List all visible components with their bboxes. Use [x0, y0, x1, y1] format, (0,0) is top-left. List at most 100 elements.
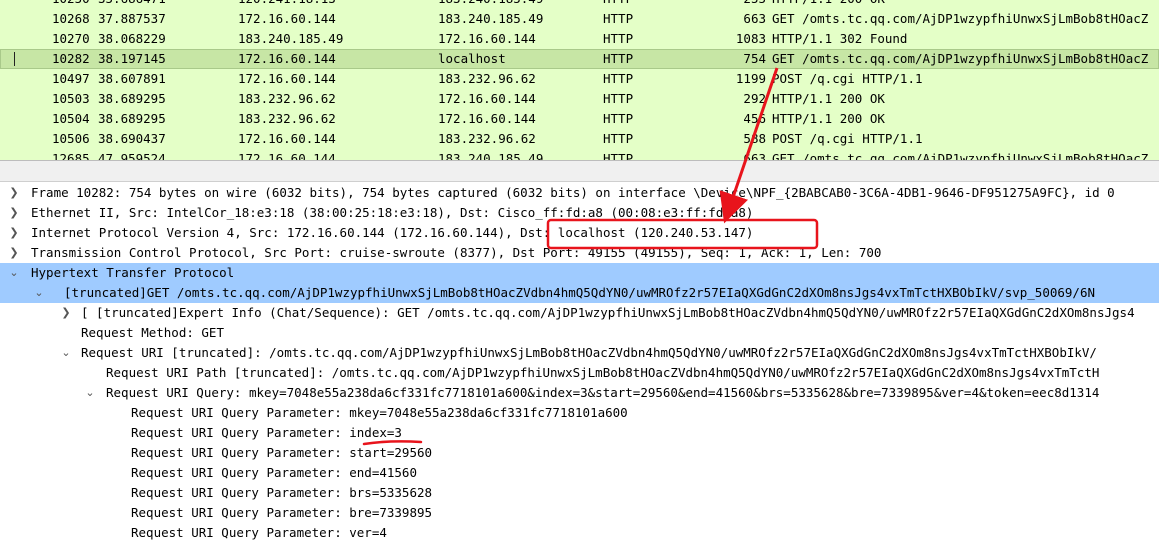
chevron-right-icon[interactable]: ❯ [8, 183, 20, 203]
tree-item-http[interactable]: ⌄ Hypertext Transfer Protocol [0, 263, 1159, 283]
chevron-down-icon[interactable]: ⌄ [60, 343, 72, 363]
packet-length: 1199 [735, 71, 766, 86]
packet-protocol: HTTP [603, 91, 634, 106]
packet-protocol: HTTP [603, 151, 634, 160]
packet-length: 1083 [735, 31, 766, 46]
packet-time: 35.686471 [98, 0, 166, 9]
packet-number: 10250 [52, 0, 90, 9]
packet-info: POST /q.cgi HTTP/1.1 [772, 71, 923, 86]
chevron-down-icon[interactable]: ⌄ [33, 283, 45, 303]
packet-time: 38.689295 [98, 91, 166, 106]
packet-number: 10503 [52, 91, 90, 106]
packet-row[interactable]: 10250 35.686471 120.241.18.13 183.240.18… [0, 0, 1159, 9]
packet-time: 38.690437 [98, 131, 166, 146]
chevron-right-icon[interactable]: ❯ [8, 243, 20, 263]
tree-item-frame[interactable]: ❯ Frame 10282: 754 bytes on wire (6032 b… [0, 183, 1159, 203]
tree-item-query-param[interactable]: Request URI Query Parameter: start=29560 [0, 443, 1159, 463]
tree-item-request-uri-query[interactable]: ⌄ Request URI Query: mkey=7048e55a238da6… [0, 383, 1159, 403]
packet-row[interactable]: 10503 38.689295 183.232.96.62 172.16.60.… [0, 89, 1159, 109]
packet-source: 172.16.60.144 [238, 71, 336, 86]
packet-destination: 183.232.96.62 [438, 71, 536, 86]
packet-info: HTTP/1.1 200 OK [772, 0, 885, 9]
tree-item-label: Request URI Query: mkey=7048e55a238da6cf… [106, 385, 1100, 400]
packet-time: 38.068229 [98, 31, 166, 46]
tree-item-label: Request URI [truncated]: /omts.tc.qq.com… [81, 345, 1097, 360]
packet-protocol: HTTP [603, 131, 634, 146]
packet-row[interactable]: 10268 37.887537 172.16.60.144 183.240.18… [0, 9, 1159, 29]
packet-row-selected[interactable]: 10282 38.197145 172.16.60.144 localhost … [0, 49, 1159, 69]
pane-splitter[interactable] [0, 160, 1159, 182]
packet-source: 172.16.60.144 [238, 11, 336, 26]
packet-destination: 183.240.185.49 [438, 11, 544, 26]
tree-item-query-param[interactable]: Request URI Query Parameter: bre=7339895 [0, 503, 1159, 523]
packet-length: 292 [743, 91, 766, 106]
packet-source: 172.16.60.144 [238, 51, 336, 66]
chevron-down-icon[interactable]: ⌄ [84, 383, 96, 403]
tree-item-label: Transmission Control Protocol, Src Port:… [31, 245, 882, 260]
packet-info: HTTP/1.1 302 Found [772, 31, 908, 46]
tree-item-http-get[interactable]: ⌄ [truncated]GET /omts.tc.qq.com/AjDP1wz… [0, 283, 1159, 303]
packet-row[interactable]: 10504 38.689295 183.232.96.62 172.16.60.… [0, 109, 1159, 129]
packet-length: 255 [700, 0, 766, 9]
packet-number: 10270 [52, 31, 90, 46]
packet-source: 183.232.96.62 [238, 91, 336, 106]
tree-item-request-uri[interactable]: ⌄ Request URI [truncated]: /omts.tc.qq.c… [0, 343, 1159, 363]
tree-item-tcp[interactable]: ❯ Transmission Control Protocol, Src Por… [0, 243, 1159, 263]
tree-item-query-param[interactable]: Request URI Query Parameter: brs=5335628 [0, 483, 1159, 503]
packet-destination: localhost [438, 51, 506, 66]
packet-protocol: HTTP [603, 51, 634, 66]
packet-number: 12685 [52, 151, 90, 160]
packet-info: POST /q.cgi HTTP/1.1 [772, 131, 923, 146]
tree-item-expert-info[interactable]: ❯ [ [truncated]Expert Info (Chat/Sequenc… [0, 303, 1159, 323]
tree-item-query-param[interactable]: Request URI Query Parameter: end=41560 [0, 463, 1159, 483]
packet-source: 183.232.96.62 [238, 111, 336, 126]
packet-number: 10497 [52, 71, 90, 86]
packet-length: 754 [743, 51, 766, 66]
chevron-right-icon[interactable]: ❯ [8, 203, 20, 223]
tree-item-label: [truncated]GET /omts.tc.qq.com/AjDP1wzyp… [64, 285, 1096, 300]
tree-item-query-param[interactable]: Request URI Query Parameter: ver=4 [0, 523, 1159, 543]
tree-item-ethernet[interactable]: ❯ Ethernet II, Src: IntelCor_18:e3:18 (3… [0, 203, 1159, 223]
tree-item-label: Request URI Query Parameter: ver=4 [131, 525, 387, 540]
chevron-down-icon[interactable]: ⌄ [8, 263, 20, 283]
tree-item-ip[interactable]: ❯ Internet Protocol Version 4, Src: 172.… [0, 223, 1159, 243]
packet-length: 663 [743, 151, 766, 160]
tree-item-label: [ [truncated]Expert Info (Chat/Sequence)… [81, 305, 1135, 320]
tree-item-query-param[interactable]: Request URI Query Parameter: index=3 [0, 423, 1159, 443]
packet-info: GET /omts.tc.qq.com/AjDP1wzypfhiUnwxSjLm… [772, 151, 1149, 160]
packet-details-tree[interactable]: ❯ Frame 10282: 754 bytes on wire (6032 b… [0, 183, 1159, 549]
tree-item-request-method[interactable]: Request Method: GET [0, 323, 1159, 343]
tree-item-label: Ethernet II, Src: IntelCor_18:e3:18 (38:… [31, 205, 754, 220]
packet-destination: 183.240.185.49 [438, 151, 544, 160]
packet-protocol: HTTP [603, 11, 634, 26]
packet-source: 183.240.185.49 [238, 31, 344, 46]
chevron-right-icon[interactable]: ❯ [8, 223, 20, 243]
packet-protocol: HTTP [603, 0, 633, 9]
packet-destination: 172.16.60.144 [438, 31, 536, 46]
packet-list[interactable]: 10250 35.686471 120.241.18.13 183.240.18… [0, 0, 1159, 160]
packet-length: 588 [743, 131, 766, 146]
packet-row[interactable]: 10506 38.690437 172.16.60.144 183.232.96… [0, 129, 1159, 149]
packet-protocol: HTTP [603, 71, 634, 86]
packet-number: 10506 [52, 131, 90, 146]
tree-item-label: Internet Protocol Version 4, Src: 172.16… [31, 225, 754, 240]
packet-row[interactable]: 10497 38.607891 172.16.60.144 183.232.96… [0, 69, 1159, 89]
chevron-right-icon[interactable]: ❯ [60, 303, 72, 323]
packet-row[interactable]: 10270 38.068229 183.240.185.49 172.16.60… [0, 29, 1159, 49]
packet-time: 38.689295 [98, 111, 166, 126]
tree-item-request-uri-path[interactable]: Request URI Path [truncated]: /omts.tc.q… [0, 363, 1159, 383]
tree-item-query-param[interactable]: Request URI Query Parameter: mkey=7048e5… [0, 403, 1159, 423]
tree-item-label: Request URI Query Parameter: index=3 [131, 425, 402, 440]
packet-number: 10282 [52, 51, 90, 66]
tree-item-label: Frame 10282: 754 bytes on wire (6032 bit… [31, 185, 1115, 200]
packet-protocol: HTTP [603, 111, 634, 126]
packet-destination: 172.16.60.144 [438, 111, 536, 126]
packet-row[interactable]: 12685 47.959524 172.16.60.144 183.240.18… [0, 149, 1159, 160]
packet-source: 172.16.60.144 [238, 151, 336, 160]
tree-item-label: Request URI Query Parameter: mkey=7048e5… [131, 405, 628, 420]
packet-destination: 172.16.60.144 [438, 91, 536, 106]
packet-source: 172.16.60.144 [238, 131, 336, 146]
packet-info: GET /omts.tc.qq.com/AjDP1wzypfhiUnwxSjLm… [772, 11, 1149, 26]
selected-packet-marker [14, 52, 15, 66]
packet-time: 37.887537 [98, 11, 166, 26]
